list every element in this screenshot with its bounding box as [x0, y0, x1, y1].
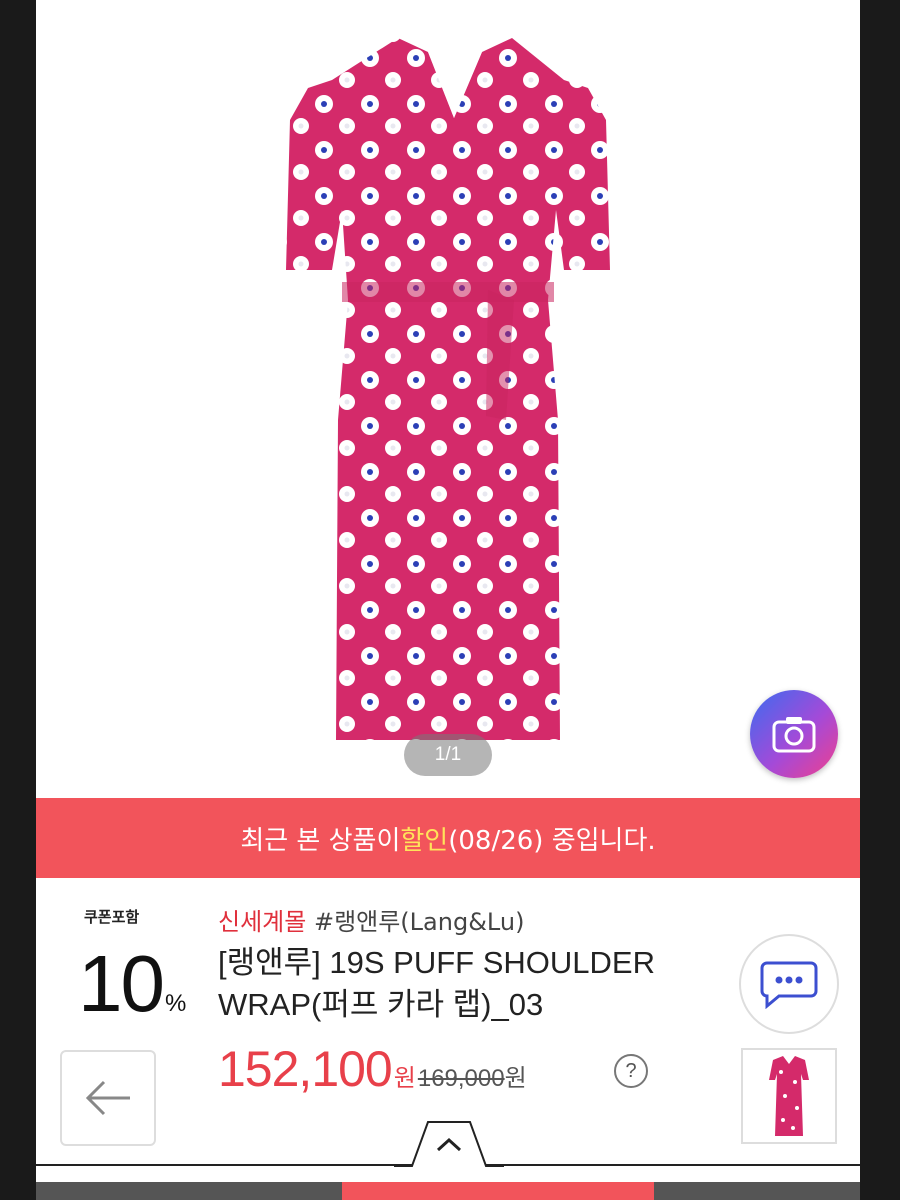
- sale-price: 152,100: [218, 1041, 393, 1097]
- discount-number: 10: [78, 939, 165, 1028]
- brand-line: 신세계몰 #랭앤루(Lang&Lu): [218, 902, 524, 937]
- back-button[interactable]: [60, 1050, 156, 1146]
- bottom-action-bar: [36, 1182, 860, 1200]
- banner-prefix: 최근 본 상품이: [240, 825, 401, 856]
- product-image-area[interactable]: 1/1: [36, 0, 860, 798]
- banner-suffix: (08/26) 중입니다.: [448, 825, 656, 856]
- chat-button[interactable]: [739, 934, 839, 1034]
- chevron-up-icon: [394, 1121, 504, 1167]
- camera-icon: [772, 717, 816, 753]
- store-link[interactable]: 신세계몰: [218, 908, 306, 936]
- bottom-bar-right[interactable]: [654, 1182, 860, 1200]
- product-screen: 1/1 최근 본 상품이 할인 (08/26) 중입니다. 쿠폰포함 10% 신세…: [36, 0, 860, 1200]
- banner-highlight: 할인: [400, 825, 449, 856]
- arrow-left-icon: [85, 1080, 130, 1116]
- image-pager: 1/1: [404, 734, 492, 776]
- price-help-button[interactable]: ?: [614, 1054, 648, 1088]
- coupon-label: 쿠폰포함: [84, 908, 140, 926]
- discount-rate: 10%: [78, 944, 186, 1024]
- price-row: 152,100 원 169,000 원: [218, 1040, 527, 1098]
- question-icon: ?: [625, 1059, 637, 1082]
- collapse-toggle[interactable]: [394, 1114, 504, 1170]
- original-price-unit: 원: [504, 1065, 527, 1092]
- bottom-bar-buy[interactable]: [342, 1182, 654, 1200]
- original-price: 169,000: [417, 1065, 505, 1092]
- product-info: 쿠폰포함 10% 신세계몰 #랭앤루(Lang&Lu) [랭앤루] 19S PU…: [36, 878, 860, 1200]
- discount-unit: %: [164, 990, 187, 1017]
- brand-tag[interactable]: #랭앤루(Lang&Lu): [306, 908, 524, 936]
- bottom-bar-left[interactable]: [36, 1182, 342, 1200]
- product-image: [286, 38, 610, 740]
- chat-bubble-icon: [760, 961, 818, 1009]
- product-title: [랭앤루] 19S PUFF SHOULDER WRAP(퍼프 카라 랩)_03: [218, 945, 655, 1022]
- recent-product-thumbnail[interactable]: [741, 1048, 837, 1144]
- sale-price-unit: 원: [393, 1065, 416, 1092]
- dress-thumbnail-image: [769, 1056, 809, 1136]
- recent-discount-banner[interactable]: 최근 본 상품이 할인 (08/26) 중입니다.: [36, 798, 860, 878]
- camera-search-button[interactable]: [750, 690, 838, 778]
